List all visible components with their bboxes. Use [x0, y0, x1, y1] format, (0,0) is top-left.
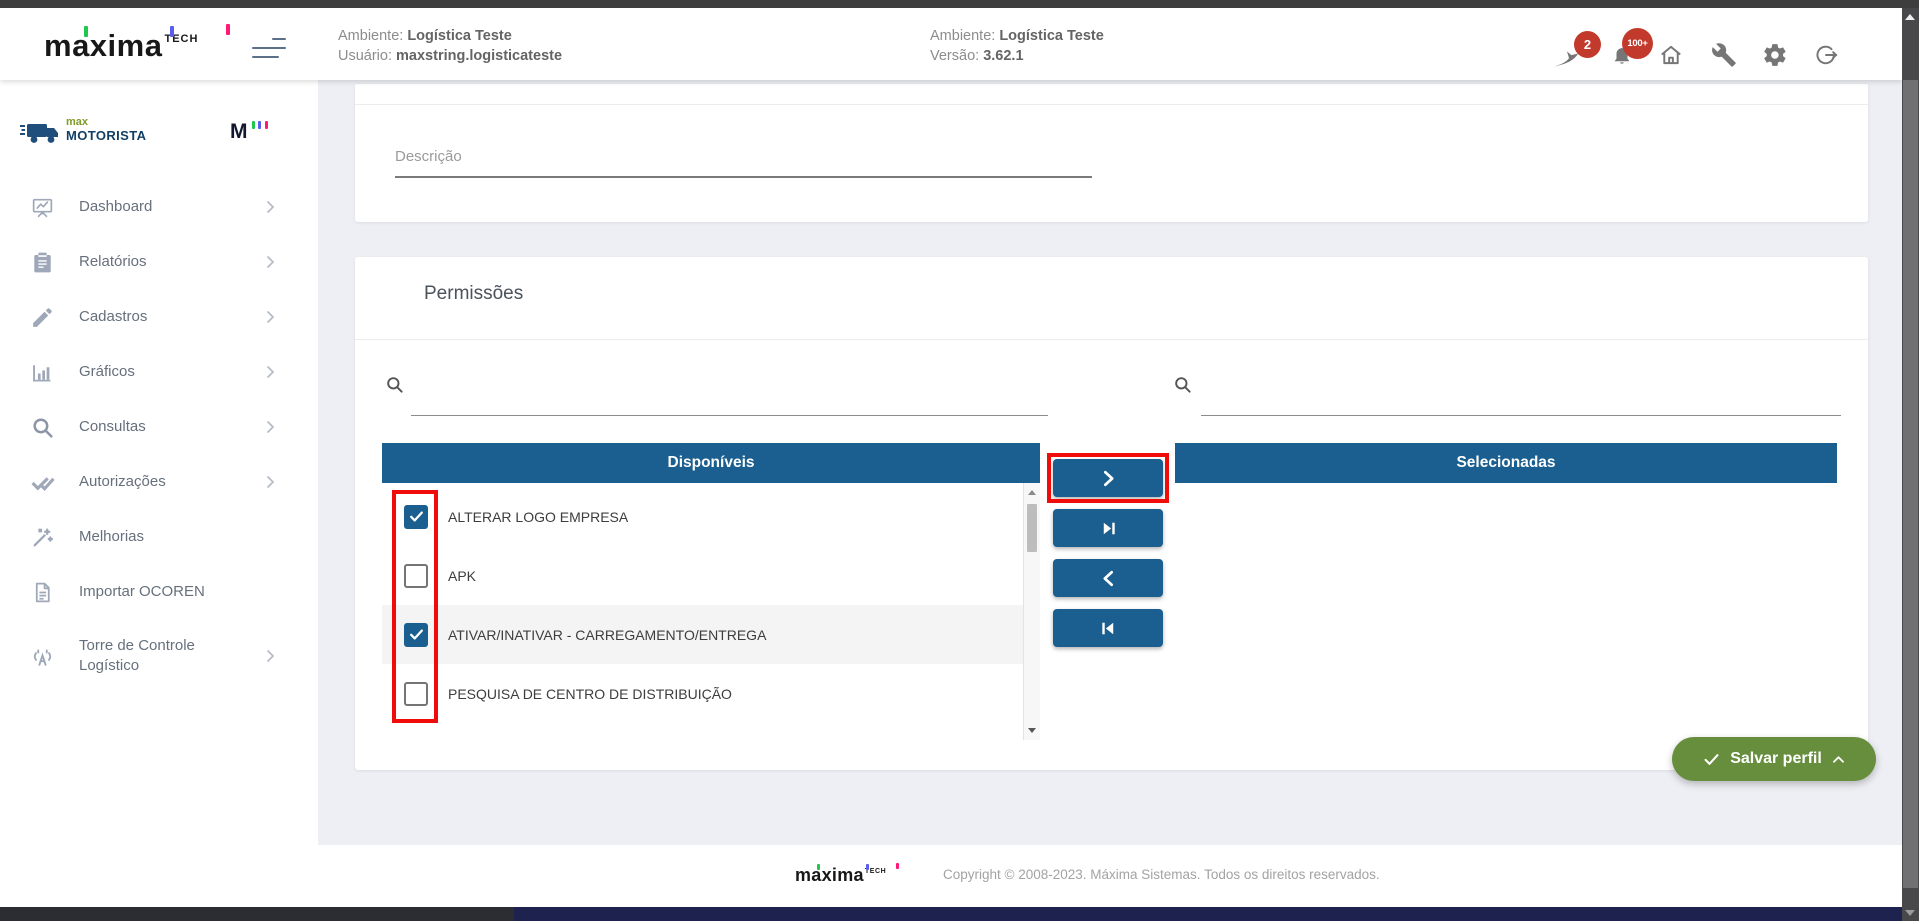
bar-chart-icon: [30, 360, 55, 385]
copyright-text: Copyright © 2008-2023. Máxima Sistemas. …: [943, 867, 1380, 882]
available-checkbox-1[interactable]: [404, 563, 428, 588]
available-list-scrollbar[interactable]: [1023, 483, 1040, 740]
app-screen: maxima TECH Ambiente: Logística Teste Usu…: [0, 0, 1919, 921]
permissions-title: Permissões: [424, 283, 524, 304]
available-list-header: Disponíveis: [382, 443, 1040, 483]
move-all-left-button[interactable]: [1053, 609, 1163, 647]
available-row-3[interactable]: PESQUISA DE CENTRO DE DISTRIBUIÇÃO: [382, 664, 1023, 723]
scrollbar-thumb[interactable]: [1027, 504, 1037, 552]
search-icon: [1173, 375, 1193, 395]
available-checkbox-2[interactable]: [404, 622, 428, 647]
move-right-button[interactable]: [1053, 459, 1163, 497]
dashboard-icon: [30, 195, 55, 220]
permissions-card: Permissões Disponíveis ALTERAR LOGO EMPR…: [355, 257, 1868, 770]
move-all-right-button[interactable]: [1053, 509, 1163, 547]
card-divider: [355, 104, 1868, 105]
chevron-right-icon: [266, 475, 275, 489]
save-profile-button[interactable]: Salvar perfil: [1672, 737, 1876, 781]
available-list: ALTERAR LOGO EMPRESA APK ATIVAR/INATIVAR…: [382, 483, 1040, 740]
sidebar-item-autorizacoes[interactable]: Autorizações: [0, 460, 318, 504]
maxima-tech-footer-logo: maximaTECH: [795, 861, 935, 889]
antenna-icon: [30, 644, 55, 669]
chevron-right-icon: [266, 200, 275, 214]
sidebar-item-melhorias[interactable]: Melhorias: [0, 515, 318, 559]
document-icon: [30, 580, 55, 605]
description-card: [355, 84, 1868, 222]
double-check-icon: [30, 470, 55, 495]
card-divider: [355, 339, 1868, 340]
chevron-right-icon: [266, 365, 275, 379]
scroll-up-icon[interactable]: [1028, 490, 1036, 495]
gear-icon[interactable]: [1762, 42, 1788, 68]
chevron-right-icon: [266, 420, 275, 434]
pencil-icon: [30, 305, 55, 330]
available-row-0[interactable]: ALTERAR LOGO EMPRESA: [382, 487, 1023, 546]
logo-text-motorista: MOTORISTA: [66, 128, 147, 143]
sidebar-item-cadastros[interactable]: Cadastros: [0, 295, 318, 339]
wrench-icon[interactable]: [1711, 42, 1737, 68]
sidebar-item-relatorios[interactable]: Relatórios: [0, 240, 318, 284]
scrollbar-thumb[interactable]: [1903, 80, 1918, 888]
selected-list-header: Selecionadas: [1175, 443, 1837, 483]
home-icon[interactable]: [1658, 42, 1684, 68]
sidebar-item-graficos[interactable]: Gráficos: [0, 350, 318, 394]
clipboard-icon: [30, 250, 55, 275]
chevron-right-icon: [266, 255, 275, 269]
window-bottom-strip: [0, 907, 1902, 921]
page-scrollbar[interactable]: [1902, 8, 1919, 921]
available-checkbox-0[interactable]: [404, 504, 428, 529]
maxima-tech-logo[interactable]: maxima TECH: [44, 24, 244, 68]
sidebar-item-consultas[interactable]: Consultas: [0, 405, 318, 449]
truck-icon: [20, 116, 62, 148]
environment-user-info: Ambiente: Logística Teste Usuário: maxst…: [338, 28, 563, 64]
search-icon: [385, 375, 405, 395]
sidebar-item-importar-ocoren[interactable]: Importar OCOREN: [0, 570, 318, 614]
page-footer: maximaTECH Copyright © 2008-2023. Máxima…: [0, 845, 1902, 907]
brand-accent-blue: [170, 26, 174, 37]
scroll-down-icon[interactable]: [1028, 728, 1036, 733]
scroll-down-icon[interactable]: [1905, 910, 1915, 916]
magic-wand-icon: [30, 525, 55, 550]
notifications-badge: 100+: [1622, 28, 1653, 59]
top-bar: maxima TECH Ambiente: Logística Teste Usu…: [0, 8, 1902, 80]
chevron-up-icon: [1832, 755, 1844, 763]
description-input[interactable]: [395, 142, 1092, 178]
m-mark-logo: M: [230, 120, 268, 144]
scroll-up-icon[interactable]: [1905, 14, 1915, 20]
chevron-right-icon: [266, 310, 275, 324]
search-icon: [30, 415, 55, 440]
available-search-input[interactable]: [411, 379, 1048, 416]
logo-text-max: max: [66, 116, 89, 128]
check-icon: [1704, 753, 1719, 765]
available-checkbox-3[interactable]: [404, 681, 428, 706]
sidebar-item-torre-de-controle[interactable]: Torre de Controle Logístico: [0, 625, 318, 687]
messages-badge: 2: [1574, 31, 1601, 58]
brand-accent-pink: [226, 24, 230, 35]
available-row-1[interactable]: APK: [382, 546, 1023, 605]
chevron-right-icon: [266, 649, 275, 663]
brand-word: maxima: [44, 28, 163, 63]
max-motorista-logo: max MOTORISTA M: [20, 116, 300, 152]
move-left-button[interactable]: [1053, 559, 1163, 597]
window-top-strip: [0, 0, 1919, 8]
selected-search-input[interactable]: [1201, 379, 1841, 416]
menu-toggle-icon[interactable]: [252, 36, 288, 60]
available-row-2[interactable]: ATIVAR/INATIVAR - CARREGAMENTO/ENTREGA: [382, 605, 1023, 664]
brand-accent-green: [84, 26, 88, 37]
environment-version-info: Ambiente: Logística Teste Versão: 3.62.1: [930, 28, 1104, 64]
sidebar: max MOTORISTA M Dashboard Relatórios Cad…: [0, 80, 318, 845]
logout-icon[interactable]: [1813, 42, 1839, 68]
sidebar-item-dashboard[interactable]: Dashboard: [0, 185, 318, 229]
